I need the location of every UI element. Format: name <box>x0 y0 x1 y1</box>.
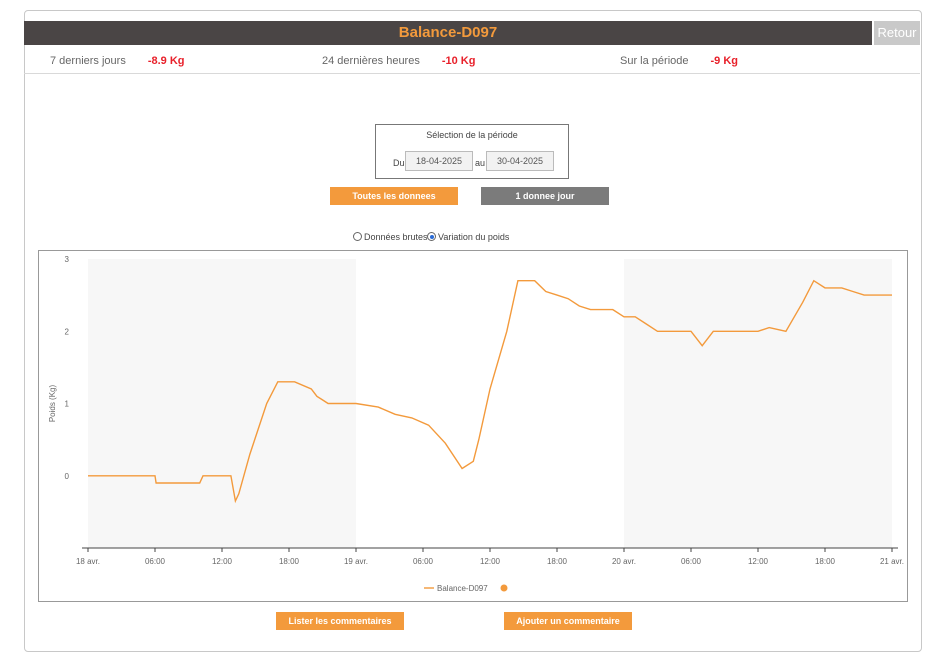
x-tick-label: 12:00 <box>480 557 501 566</box>
stat-value: -9 Kg <box>710 55 739 67</box>
radio-variation-label: Variation du poids <box>438 232 510 242</box>
period-selector: Sélection de la période Du 18-04-2025 au… <box>375 124 569 179</box>
radio-variation[interactable]: Variation du poids <box>427 232 509 242</box>
radio-raw-data[interactable]: Données brutes <box>353 232 428 242</box>
stat-24-hours: 24 dernières heures -10 Kg <box>322 55 475 67</box>
x-tick-label: 12:00 <box>748 557 769 566</box>
back-button[interactable]: Retour <box>874 21 920 45</box>
to-date-input[interactable]: 30-04-2025 <box>486 151 554 171</box>
to-label: au <box>475 158 486 168</box>
x-tick-label: 20 avr. <box>612 557 636 566</box>
x-tick-label: 18 avr. <box>76 557 100 566</box>
stat-label: Sur la période <box>620 55 689 67</box>
radio-raw-label: Données brutes <box>364 232 428 242</box>
from-label: Du <box>393 158 405 168</box>
from-date-input[interactable]: 18-04-2025 <box>405 151 473 171</box>
x-tick-label: 06:00 <box>413 557 434 566</box>
y-tick-label: 0 <box>65 472 70 481</box>
x-tick-label: 18:00 <box>279 557 300 566</box>
y-tick-label: 2 <box>65 327 70 336</box>
weight-variation-chart: 18 avr. 06:00 12:00 18:00 19 avr. 06:00 12:00 1… <box>48 255 904 593</box>
x-tick-label: 21 avr. <box>880 557 904 566</box>
stat-value: -8.9 Kg <box>147 55 185 67</box>
y-axis-label: Poids (Kg) <box>48 384 57 422</box>
stat-value: -10 Kg <box>441 55 476 67</box>
radio-variation-icon[interactable] <box>427 232 436 241</box>
x-tick-label: 19 avr. <box>344 557 368 566</box>
x-tick-label: 12:00 <box>212 557 233 566</box>
night-band <box>624 259 892 548</box>
night-band <box>88 259 356 548</box>
legend-marker <box>500 584 508 592</box>
x-tick-label: 06:00 <box>145 557 166 566</box>
stat-label: 24 dernières heures <box>322 55 420 67</box>
all-data-button[interactable]: Toutes les donnees <box>330 187 458 205</box>
x-tick-label: 18:00 <box>547 557 568 566</box>
add-comment-button[interactable]: Ajouter un commentaire <box>504 612 632 630</box>
stat-period: Sur la période -9 Kg <box>620 55 738 67</box>
period-title: Sélection de la période <box>426 130 518 140</box>
y-tick-label: 3 <box>65 255 70 264</box>
list-comments-button[interactable]: Lister les commentaires <box>276 612 404 630</box>
radio-raw-icon[interactable] <box>353 232 362 241</box>
one-per-day-button[interactable]: 1 donnee jour <box>481 187 609 205</box>
legend-label: Balance-D097 <box>437 584 488 593</box>
divider <box>24 73 920 74</box>
x-tick-label: 18:00 <box>815 557 836 566</box>
stat-label: 7 derniers jours <box>50 55 126 67</box>
page-title: Balance-D097 <box>24 21 872 45</box>
chart-container: 18 avr. 06:00 12:00 18:00 19 avr. 06:00 12:00 1… <box>38 250 908 602</box>
stat-7-days: 7 derniers jours -8.9 Kg <box>50 55 185 67</box>
y-tick-label: 1 <box>65 400 70 409</box>
x-tick-label: 06:00 <box>681 557 702 566</box>
